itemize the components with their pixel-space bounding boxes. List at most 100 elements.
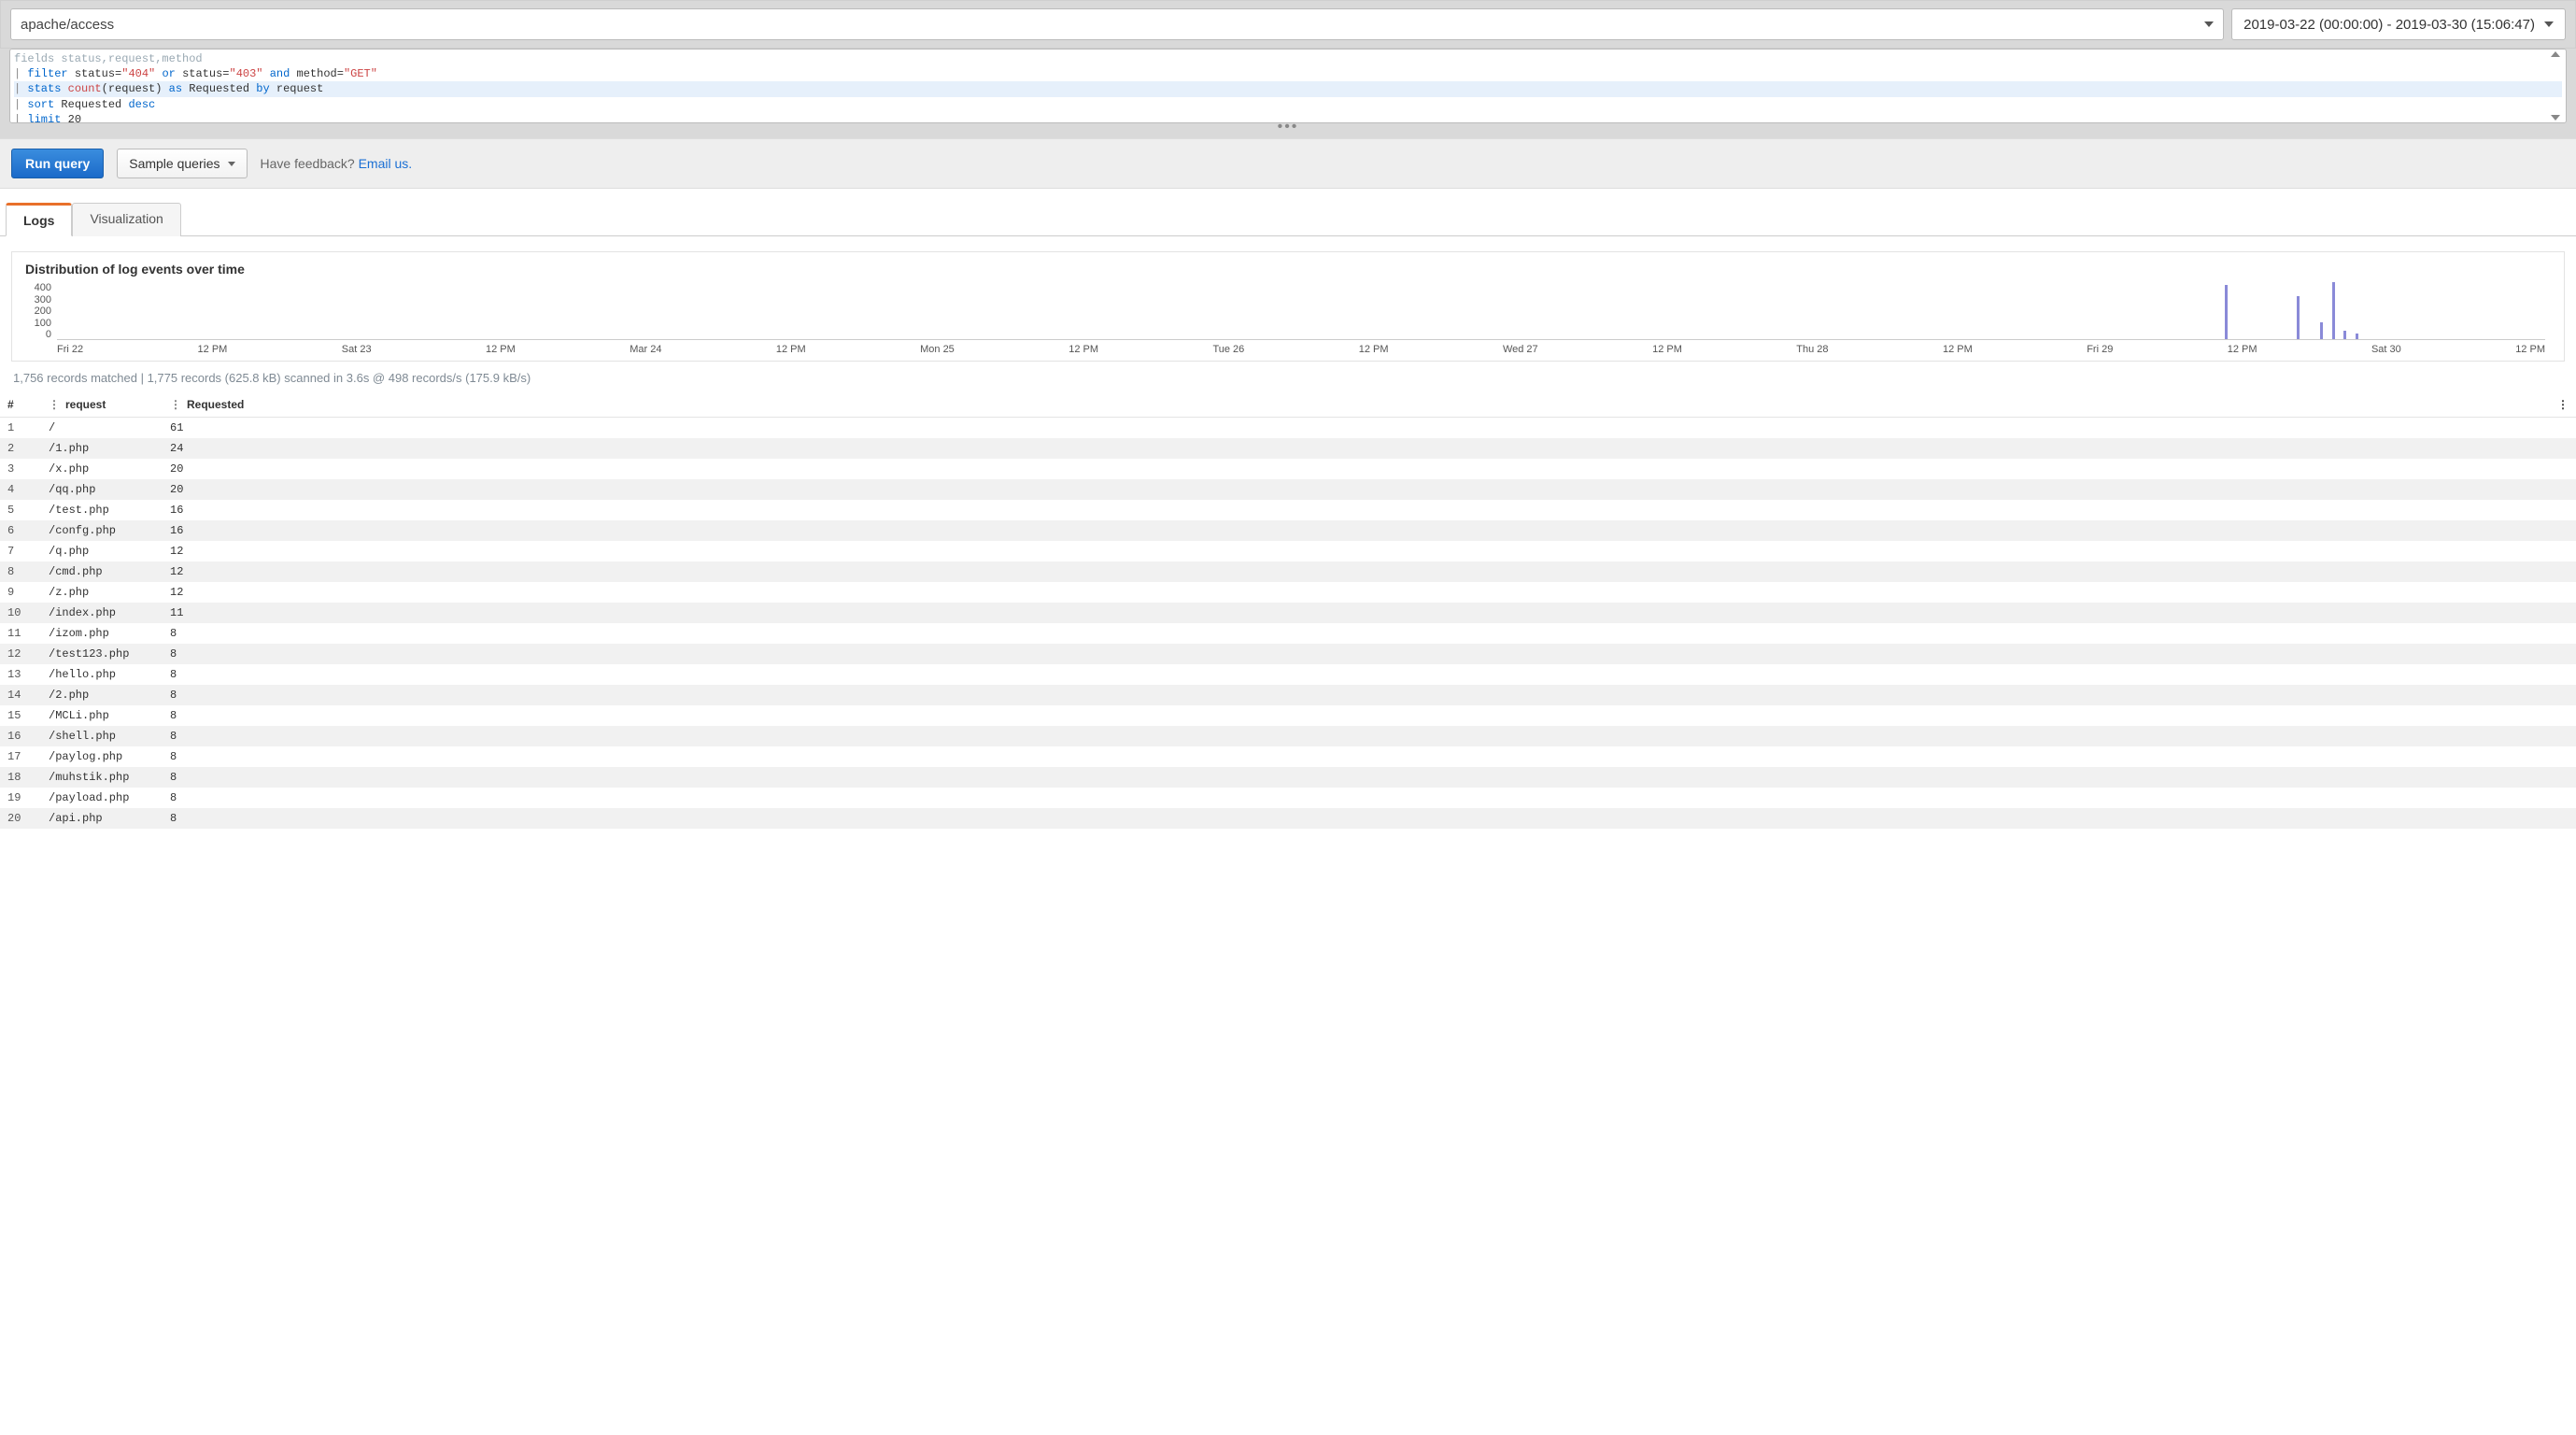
table-row[interactable]: 13/hello.php8 xyxy=(0,664,2576,685)
scan-status: 1,756 records matched | 1,775 records (6… xyxy=(0,365,2576,392)
cell-request: /izom.php xyxy=(41,623,163,644)
drag-handle-icon: ⋮ xyxy=(170,398,181,411)
table-options-button[interactable]: ⋮ xyxy=(2550,392,2576,418)
cell-index: 18 xyxy=(0,767,41,788)
table-row[interactable]: 12/test123.php8 xyxy=(0,644,2576,664)
results-header-row: # ⋮request ⋮Requested ⋮ xyxy=(0,392,2576,418)
cell-index: 10 xyxy=(0,603,41,623)
cell-requested: 20 xyxy=(163,459,2550,479)
cell-index: 8 xyxy=(0,561,41,582)
log-group-dropdown[interactable]: apache/access xyxy=(10,8,2224,40)
tab-logs[interactable]: Logs xyxy=(6,203,72,236)
cell-requested: 8 xyxy=(163,746,2550,767)
cell-request: /qq.php xyxy=(41,479,163,500)
table-row[interactable]: 2/1.php24 xyxy=(0,438,2576,459)
cell-index: 17 xyxy=(0,746,41,767)
table-row[interactable]: 4/qq.php20 xyxy=(0,479,2576,500)
table-row[interactable]: 8/cmd.php12 xyxy=(0,561,2576,582)
cell-request: /muhstik.php xyxy=(41,767,163,788)
chart-y-axis: 4003002001000 xyxy=(25,282,51,340)
run-query-button[interactable]: Run query xyxy=(11,149,104,178)
table-row[interactable]: 3/x.php20 xyxy=(0,459,2576,479)
cell-requested: 12 xyxy=(163,561,2550,582)
cell-index: 13 xyxy=(0,664,41,685)
query-editor[interactable]: fields status,request,method | filter st… xyxy=(9,49,2567,123)
query-line-truncated: fields status,request,method xyxy=(14,51,2562,66)
x-tick: 12 PM xyxy=(776,344,806,355)
x-tick: 12 PM xyxy=(198,344,228,355)
query-header: apache/access 2019-03-22 (00:00:00) - 20… xyxy=(0,0,2576,49)
query-line: | sort Requested desc xyxy=(14,97,2562,112)
chart-bar xyxy=(2320,322,2323,339)
date-range-dropdown[interactable]: 2019-03-22 (00:00:00) - 2019-03-30 (15:0… xyxy=(2231,8,2566,40)
table-row[interactable]: 17/paylog.php8 xyxy=(0,746,2576,767)
column-header-index[interactable]: # xyxy=(0,392,41,418)
query-editor-container: fields status,request,method | filter st… xyxy=(0,49,2576,138)
cell-index: 16 xyxy=(0,726,41,746)
cell-request: /MCLi.php xyxy=(41,705,163,726)
sample-queries-label: Sample queries xyxy=(129,156,219,171)
column-header-requested[interactable]: ⋮Requested xyxy=(163,392,2550,418)
chart-plot xyxy=(57,282,2545,340)
y-tick: 400 xyxy=(25,282,51,293)
cell-requested: 16 xyxy=(163,520,2550,541)
x-tick: Sat 30 xyxy=(2371,344,2401,355)
feedback-link[interactable]: Email us. xyxy=(359,156,413,171)
x-tick: Wed 27 xyxy=(1503,344,1538,355)
chart-bar xyxy=(2356,334,2358,339)
chevron-down-icon xyxy=(2544,21,2554,27)
table-row[interactable]: 20/api.php8 xyxy=(0,808,2576,829)
table-row[interactable]: 19/payload.php8 xyxy=(0,788,2576,808)
cell-requested: 8 xyxy=(163,664,2550,685)
cell-request: /shell.php xyxy=(41,726,163,746)
chart-bar xyxy=(2332,282,2335,339)
cell-requested: 20 xyxy=(163,479,2550,500)
cell-index: 2 xyxy=(0,438,41,459)
cell-spacer xyxy=(2550,746,2576,767)
scroll-down-icon xyxy=(2551,115,2560,121)
cell-spacer xyxy=(2550,500,2576,520)
table-row[interactable]: 16/shell.php8 xyxy=(0,726,2576,746)
tab-visualization[interactable]: Visualization xyxy=(72,203,180,236)
cell-request: /z.php xyxy=(41,582,163,603)
column-header-request[interactable]: ⋮request xyxy=(41,392,163,418)
x-tick: 12 PM xyxy=(486,344,516,355)
cell-index: 6 xyxy=(0,520,41,541)
cell-request: /index.php xyxy=(41,603,163,623)
cell-spacer xyxy=(2550,459,2576,479)
query-line: | filter status="404" or status="403" an… xyxy=(14,66,2562,81)
table-row[interactable]: 1/61 xyxy=(0,418,2576,439)
cell-spacer xyxy=(2550,767,2576,788)
cell-request: /hello.php xyxy=(41,664,163,685)
cell-spacer xyxy=(2550,438,2576,459)
table-row[interactable]: 9/z.php12 xyxy=(0,582,2576,603)
table-row[interactable]: 7/q.php12 xyxy=(0,541,2576,561)
editor-resize-handle[interactable]: ••• xyxy=(9,123,2567,135)
table-row[interactable]: 18/muhstik.php8 xyxy=(0,767,2576,788)
cell-request: /confg.php xyxy=(41,520,163,541)
chart-title: Distribution of log events over time xyxy=(25,262,2551,277)
cell-requested: 8 xyxy=(163,644,2550,664)
sample-queries-button[interactable]: Sample queries xyxy=(117,149,247,178)
table-row[interactable]: 14/2.php8 xyxy=(0,685,2576,705)
cell-requested: 61 xyxy=(163,418,2550,439)
cell-requested: 8 xyxy=(163,767,2550,788)
x-tick: 12 PM xyxy=(2228,344,2258,355)
cell-requested: 12 xyxy=(163,582,2550,603)
table-row[interactable]: 15/MCLi.php8 xyxy=(0,705,2576,726)
cell-requested: 8 xyxy=(163,623,2550,644)
x-tick: Thu 28 xyxy=(1796,344,1828,355)
table-row[interactable]: 10/index.php11 xyxy=(0,603,2576,623)
table-row[interactable]: 6/confg.php16 xyxy=(0,520,2576,541)
cell-index: 7 xyxy=(0,541,41,561)
cell-index: 14 xyxy=(0,685,41,705)
table-row[interactable]: 11/izom.php8 xyxy=(0,623,2576,644)
x-tick: Fri 22 xyxy=(57,344,83,355)
cell-spacer xyxy=(2550,685,2576,705)
table-row[interactable]: 5/test.php16 xyxy=(0,500,2576,520)
editor-scrollbar[interactable] xyxy=(2551,51,2564,121)
chart-bar xyxy=(2297,296,2300,339)
chart-x-axis: Fri 2212 PMSat 2312 PMMar 2412 PMMon 251… xyxy=(57,341,2545,355)
cell-request: /test.php xyxy=(41,500,163,520)
cell-requested: 8 xyxy=(163,685,2550,705)
